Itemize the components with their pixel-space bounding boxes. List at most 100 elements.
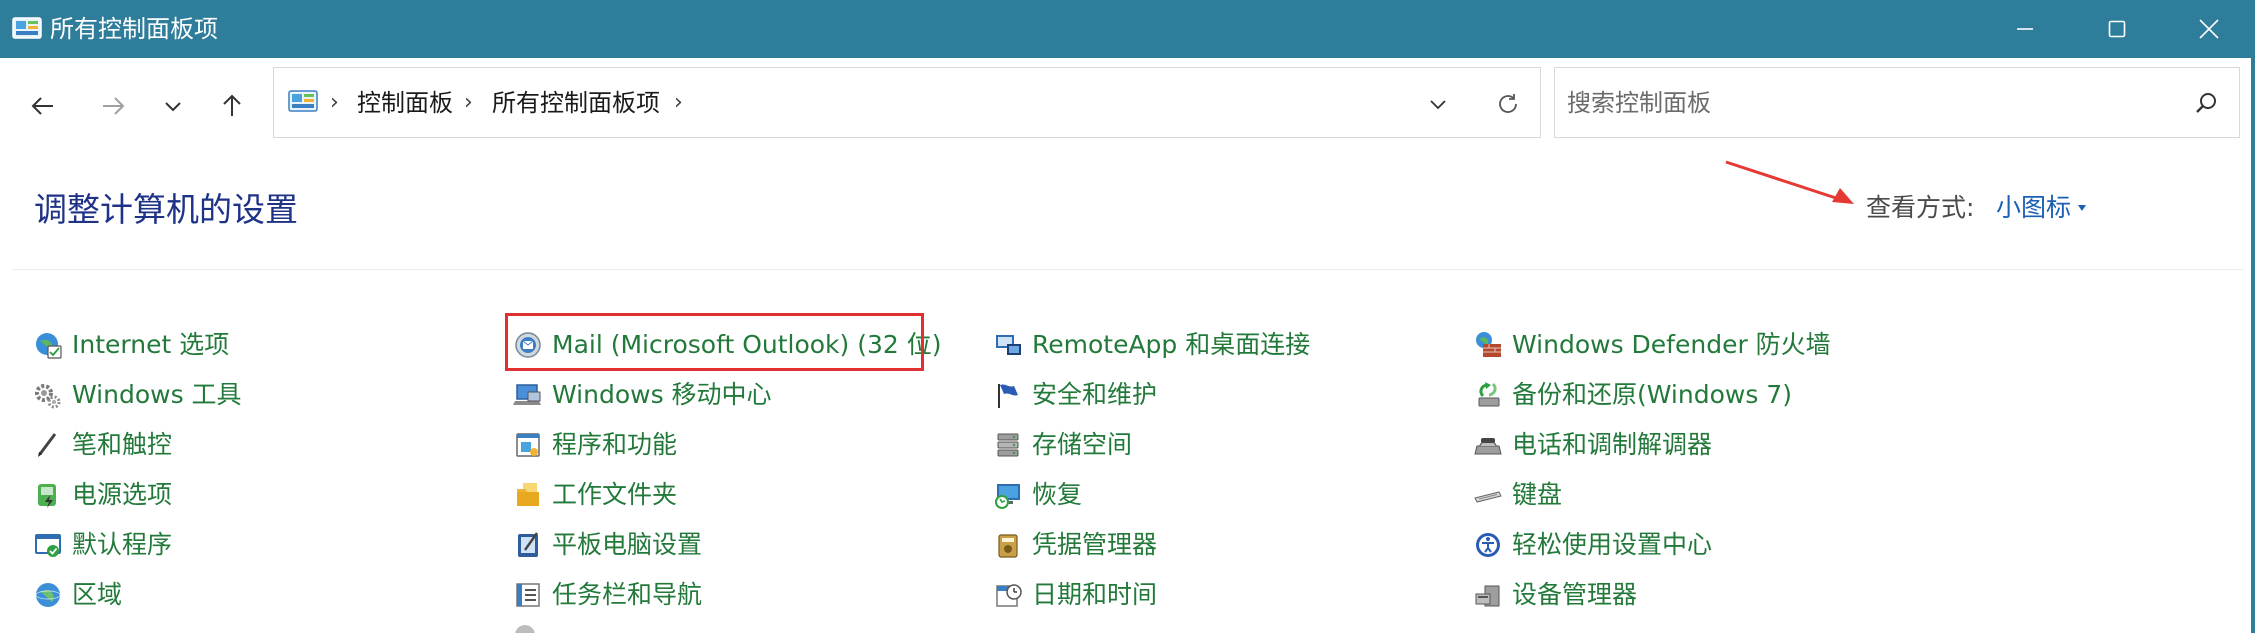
keyboard-icon [1472,479,1504,511]
item-label: 笔和触控 [72,430,173,459]
item-label: RemoteApp 和桌面连接 [1032,330,1311,359]
pen-icon [32,429,64,461]
item-label: 电话和调制解调器 [1512,430,1713,459]
phone-icon [1472,429,1504,461]
header-divider [12,269,2244,270]
item-windows-mobility-center[interactable]: Windows 移动中心 [512,375,772,415]
breadcrumb-separator[interactable]: › [674,90,683,116]
window-border [2251,58,2255,633]
search-box[interactable] [1554,67,2240,138]
item-label: Mail (Microsoft Outlook) (32 位) [552,330,942,359]
region-globe-icon [32,579,64,611]
default-programs-icon [32,529,64,561]
item-windows-tools[interactable]: Windows 工具 [32,375,242,415]
tablet-icon [512,529,544,561]
device-manager-icon [1472,579,1504,611]
breadcrumb-separator[interactable]: › [464,90,473,116]
folder-icon [512,479,544,511]
item-label: 键盘 [1512,480,1563,509]
caret-down-icon[interactable] [2078,205,2086,211]
storage-icon [992,429,1024,461]
back-button[interactable] [23,86,63,126]
address-history-button[interactable] [1418,84,1458,124]
item-label: 设备管理器 [1512,580,1638,609]
item-label: 默认程序 [72,530,173,559]
item-label: 轻松使用设置中心 [1512,530,1713,559]
item-windows-defender-firewall[interactable]: Windows Defender 防火墙 [1472,325,1831,365]
refresh-button[interactable] [1488,84,1528,124]
taskbar-icon [512,579,544,611]
up-button[interactable] [212,86,252,126]
item-backup-restore[interactable]: 备份和还原(Windows 7) [1472,375,1792,415]
item-credential-manager[interactable]: 凭据管理器 [992,525,1157,565]
item-remoteapp[interactable]: RemoteApp 和桌面连接 [992,325,1310,365]
item-pen-touch[interactable]: 笔和触控 [32,425,172,465]
firewall-icon [1472,329,1504,361]
minimize-icon [2017,28,2033,30]
item-tablet-settings[interactable]: 平板电脑设置 [512,525,702,565]
item-device-manager[interactable]: 设备管理器 [1472,575,1637,615]
item-region[interactable]: 区域 [32,575,122,615]
view-by-dropdown[interactable]: 小图标 [1996,193,2071,223]
mobility-center-icon [512,379,544,411]
item-default-programs[interactable]: 默认程序 [32,525,172,565]
item-taskbar-navigation[interactable]: 任务栏和导航 [512,575,702,615]
address-bar[interactable]: › 控制面板 › 所有控制面板项 › [273,67,1541,138]
item-label: 存储空间 [1032,430,1133,459]
item-internet-options[interactable]: Internet 选项 [32,325,229,365]
refresh-icon [1499,94,1517,113]
breadcrumb-separator[interactable]: › [330,90,339,116]
breadcrumb-all-items[interactable]: 所有控制面板项 [492,88,660,118]
maximize-icon [2108,20,2126,38]
item-label: Windows 工具 [72,380,242,409]
item-storage-spaces[interactable]: 存储空间 [992,425,1132,465]
item-label: 电源选项 [72,480,173,509]
clock-icon [992,579,1024,611]
item-recovery[interactable]: 恢复 [992,475,1082,515]
item-date-time[interactable]: 日期和时间 [992,575,1157,615]
title-bar: 所有控制面板项 [0,0,2255,58]
item-security-maintenance[interactable]: 安全和维护 [992,375,1157,415]
item-mail-outlook[interactable]: Mail (Microsoft Outlook) (32 位) [512,325,942,365]
item-label: 平板电脑设置 [552,530,703,559]
control-panel-icon [288,90,318,112]
recovery-icon [992,479,1024,511]
close-button[interactable] [2163,0,2255,58]
item-label: 工作文件夹 [552,480,678,509]
search-icon [2196,93,2216,113]
item-label: 任务栏和导航 [552,580,703,609]
chevron-down-icon [1430,100,1446,110]
item-work-folders[interactable]: 工作文件夹 [512,475,677,515]
remote-desktop-icon [992,329,1024,361]
programs-icon [512,429,544,461]
item-power-options[interactable]: 电源选项 [32,475,172,515]
minimize-button[interactable] [1979,0,2071,58]
arrow-up-icon [223,94,241,116]
item-programs-features[interactable]: 程序和功能 [512,425,677,465]
globe-icon [32,329,64,361]
item-ease-of-access[interactable]: 轻松使用设置中心 [1472,525,1712,565]
view-by-label: 查看方式: [1866,193,1975,222]
power-icon [32,479,64,511]
item-label: 凭据管理器 [1032,530,1158,559]
credential-icon [992,529,1024,561]
gears-icon [32,379,64,411]
item-label: 备份和还原(Windows 7) [1512,380,1792,409]
item-label: 区域 [72,580,123,609]
breadcrumb-control-panel[interactable]: 控制面板 [357,88,453,118]
mail-icon [512,329,544,361]
item-phone-modem[interactable]: 电话和调制解调器 [1472,425,1712,465]
backup-icon [1472,379,1504,411]
item-keyboard[interactable]: 键盘 [1472,475,1562,515]
item-label: 恢复 [1032,480,1083,509]
item-label: 安全和维护 [1032,380,1158,409]
control-panel-window: 所有控制面板项 › 控制面板 › 所有控制面板项 › 搜索控制面板 调整计算机的… [0,0,2255,633]
maximize-button[interactable] [2071,0,2163,58]
search-input[interactable] [1567,86,2167,120]
item-label: 程序和功能 [552,430,678,459]
forward-button[interactable] [93,86,133,126]
recent-locations-button[interactable] [153,86,193,126]
annotation-arrow-icon [1725,160,1854,204]
chevron-down-icon [165,102,181,112]
search-button[interactable] [2191,88,2221,118]
